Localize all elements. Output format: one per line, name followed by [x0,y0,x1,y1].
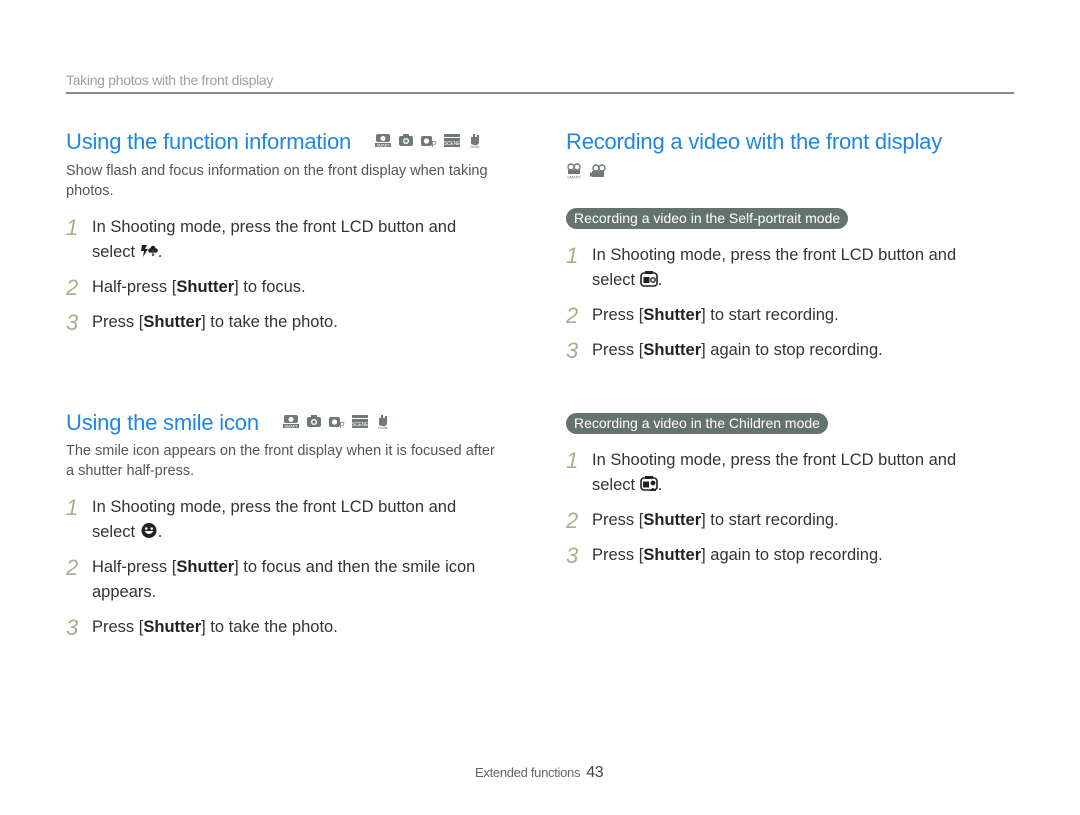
step-text-end: ] again to stop recording. [701,546,883,564]
step-text-end: . [157,243,163,261]
dual-is-icon [467,132,483,149]
step-text: Press [ [592,341,644,359]
step-number: 2 [566,303,579,328]
step-number: 2 [66,555,79,580]
step-item: 1 In Shooting mode, press the front LCD … [566,448,976,498]
step-text: Press [ [92,618,144,636]
step-item: 1 In Shooting mode, press the front LCD … [566,243,976,293]
smart-auto-camera-icon [282,413,299,429]
mode-icons [282,413,391,430]
self-portrait-icon [639,270,658,287]
function-info-title: Using the function information [66,129,352,154]
step-item: 1 In Shooting mode, press the front LCD … [66,495,486,545]
recording-heading: Recording a video with the front display [566,129,942,154]
function-info-steps: 1 In Shooting mode, press the front LCD … [66,215,486,345]
smile-icon-title: Using the smile icon [66,410,259,435]
shutter-key-label: Shutter [176,558,235,576]
dual-is-icon [375,413,391,430]
scene-icon [351,413,368,429]
step-text: Half-press [ [92,558,177,576]
step-text-end: ] to focus. [234,278,306,296]
mode-icons [374,132,483,149]
step-item: 2 Half-press [Shutter] to focus and then… [66,555,486,605]
smart-movie-icon [566,163,582,179]
function-info-heading: Using the function information [66,129,483,155]
smart-auto-camera-icon [374,132,391,148]
step-number: 1 [66,495,79,520]
scene-icon [443,132,460,148]
self-portrait-steps: 1 In Shooting mode, press the front LCD … [566,243,976,373]
step-item: 1 In Shooting mode, press the front LCD … [66,215,486,265]
step-text-end: ] to take the photo. [201,618,338,636]
page-header: Taking photos with the front display [66,72,1014,94]
step-item: 2 Press [Shutter] to start recording. [566,508,976,533]
step-number: 2 [66,275,79,300]
shutter-key-label: Shutter [643,306,702,324]
step-item: 3 Press [Shutter] to take the photo. [66,615,486,640]
page-footer: Extended functions 43 [475,764,604,782]
program-camera-icon [328,413,345,430]
smile-icon-heading: Using the smile icon [66,410,391,436]
shutter-key-label: Shutter [143,313,202,331]
smile-icon-description: The smile icon appears on the front disp… [66,443,495,479]
step-text-end: ] to start recording. [701,306,839,324]
page-number: 43 [586,764,604,781]
step-text: Press [ [92,313,144,331]
step-number: 1 [566,243,579,268]
step-item: 2 Press [Shutter] to start recording. [566,303,976,328]
flash-macro-info-icon [140,242,158,259]
smile-face-icon [140,522,158,539]
step-text-end: . [157,523,163,541]
shutter-key-label: Shutter [643,546,702,564]
step-text-end: . [657,476,663,494]
step-text: Half-press [ [92,278,177,296]
function-info-description: Show flash and focus information on the … [66,163,488,199]
shutter-key-label: Shutter [143,618,202,636]
step-text-end: ] to take the photo. [201,313,338,331]
children-steps: 1 In Shooting mode, press the front LCD … [566,448,976,578]
shutter-key-label: Shutter [643,341,702,359]
step-text: Press [ [592,306,644,324]
section-title: Taking photos with the front display [66,72,274,88]
shutter-key-label: Shutter [176,278,235,296]
self-portrait-mode-label: Recording a video in the Self-portrait m… [566,208,849,229]
step-item: 3 Press [Shutter] again to stop recordin… [566,338,976,363]
step-text-end: ] again to stop recording. [701,341,883,359]
step-text-end: . [657,271,663,289]
step-text: Press [ [592,546,644,564]
step-item: 2 Half-press [Shutter] to focus. [66,275,486,300]
step-number: 3 [66,615,79,640]
children-mode-icon [639,475,658,492]
step-item: 3 Press [Shutter] again to stop recordin… [566,543,976,568]
step-text-end: ] to start recording. [701,511,839,529]
auto-camera-icon [398,132,414,148]
children-mode-label: Recording a video in the Children mode [566,413,828,434]
auto-camera-icon [306,413,322,429]
step-number: 1 [66,215,79,240]
footer-chapter-label: Extended functions [475,765,581,780]
step-item: 3 Press [Shutter] to take the photo. [66,310,486,335]
step-number: 2 [566,508,579,533]
step-number: 3 [566,338,579,363]
smile-icon-steps: 1 In Shooting mode, press the front LCD … [66,495,486,650]
step-number: 1 [566,448,579,473]
program-camera-icon [420,132,437,149]
step-number: 3 [66,310,79,335]
movie-icon [590,163,606,179]
step-text: Press [ [592,511,644,529]
shutter-key-label: Shutter [643,511,702,529]
step-number: 3 [566,543,579,568]
movie-mode-icons [566,163,606,179]
